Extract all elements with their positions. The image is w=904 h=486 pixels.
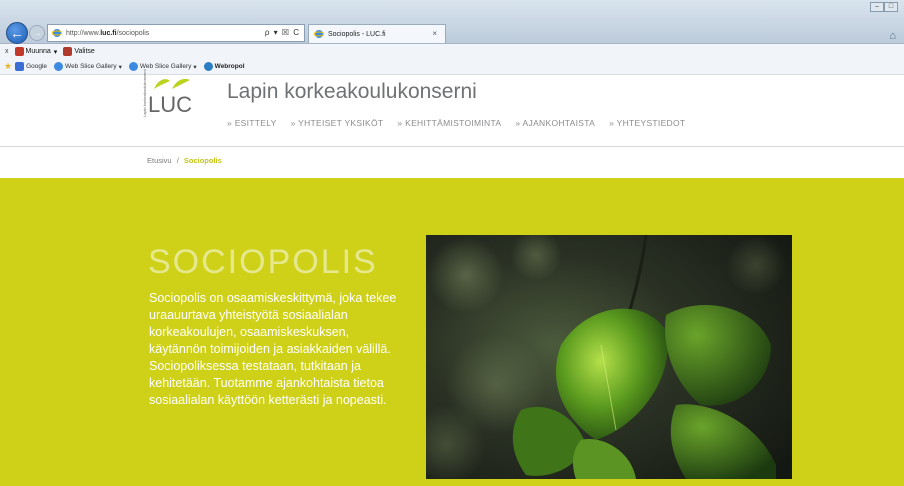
- breadcrumb-separator: /: [176, 156, 179, 165]
- site-header: Lapin korkeakoulukonserni LUC Lapin kork…: [0, 69, 904, 145]
- favorite-webropol[interactable]: Webropol: [203, 62, 245, 71]
- breadcrumb-home[interactable]: Etusivu: [147, 156, 172, 165]
- home-icon[interactable]: ⌂: [889, 30, 896, 42]
- valitse-button[interactable]: Valitse: [63, 47, 95, 56]
- breadcrumb-current: Sociopolis: [183, 156, 222, 165]
- arrow-right-icon: →: [32, 27, 42, 39]
- arrow-left-icon: ←: [10, 25, 24, 41]
- convert-icon: [14, 47, 24, 56]
- tab-close-icon[interactable]: ×: [432, 29, 437, 38]
- tab-title: Sociopolis - LUC.fi: [328, 30, 386, 38]
- chevron-down-icon: ▾: [193, 63, 197, 71]
- header-divider: [0, 146, 904, 147]
- hero-section: SOCIOPOLIS Sociopolis on osaamiskeskitty…: [0, 178, 904, 486]
- ie-icon: [54, 62, 64, 71]
- tab-sociopolis[interactable]: Sociopolis - LUC.fi ×: [308, 24, 446, 43]
- minimize-button[interactable]: –: [870, 2, 884, 12]
- favorites-bar: ★ Google Web Slice Gallery ▾ Web Slice G…: [0, 59, 904, 75]
- site-title[interactable]: Lapin korkeakoulukonserni: [227, 80, 477, 104]
- select-icon: [63, 47, 73, 56]
- main-nav: » ESITTELY » YHTEISET YKSIKÖT » KEHITTÄM…: [227, 118, 699, 128]
- address-bar[interactable]: http://www.luc.fi/sociopolis ρ ▾ ☒ C: [47, 24, 305, 42]
- nav-yhteiset-yksikot[interactable]: » YHTEISET YKSIKÖT: [291, 118, 384, 128]
- ie-icon: [128, 62, 138, 71]
- favorite-web-slice-gallery-2[interactable]: Web Slice Gallery ▾: [128, 62, 197, 71]
- favorite-google[interactable]: Google: [15, 62, 47, 71]
- ie-icon: [314, 30, 324, 38]
- luc-logo[interactable]: Lapin korkeakoulukonserni LUC: [140, 69, 200, 131]
- browser-titlebar: ← → http://www.luc.fi/sociopolis ρ ▾ ☒ C…: [0, 0, 904, 44]
- close-toolbar-icon[interactable]: x: [5, 48, 9, 55]
- breadcrumb: Etusivu / Sociopolis: [147, 156, 222, 165]
- hero-title: SOCIOPOLIS: [148, 243, 378, 281]
- back-button[interactable]: ←: [6, 22, 28, 44]
- command-bar: x Muunna ▾ Valitse: [0, 44, 904, 59]
- forward-button[interactable]: →: [29, 25, 45, 41]
- window-controls: – □: [870, 2, 898, 12]
- ie-icon: [52, 29, 62, 37]
- leaf-logo-icon: [154, 78, 190, 89]
- nav-kehittamistoiminta[interactable]: » KEHITTÄMISTOIMINTA: [397, 118, 501, 128]
- favorite-web-slice-gallery[interactable]: Web Slice Gallery ▾: [54, 62, 122, 71]
- favorites-star-icon[interactable]: ★: [4, 61, 12, 72]
- nav-ajankohtaista[interactable]: » AJANKOHTAISTA: [515, 118, 595, 128]
- google-icon: [15, 62, 25, 71]
- address-tools[interactable]: ρ ▾ ☒ C: [265, 28, 300, 37]
- nav-esittely[interactable]: » ESITTELY: [227, 118, 277, 128]
- hero-leaves-image: [426, 235, 792, 479]
- url-text[interactable]: http://www.luc.fi/sociopolis: [66, 30, 149, 37]
- chevron-down-icon: ▾: [53, 48, 58, 56]
- logo-text: LUC: [148, 92, 193, 117]
- nav-yhteystiedot[interactable]: » YHTEYSTIEDOT: [609, 118, 685, 128]
- webropol-icon: [203, 62, 213, 71]
- hero-description: Sociopolis on osaamiskeskittymä, joka te…: [149, 291, 397, 407]
- chevron-down-icon: ▾: [118, 63, 122, 71]
- maximize-button[interactable]: □: [884, 2, 898, 12]
- logo-small-text: Lapin korkeakoulukonserni: [142, 69, 147, 117]
- muunna-button[interactable]: Muunna ▾: [14, 47, 58, 56]
